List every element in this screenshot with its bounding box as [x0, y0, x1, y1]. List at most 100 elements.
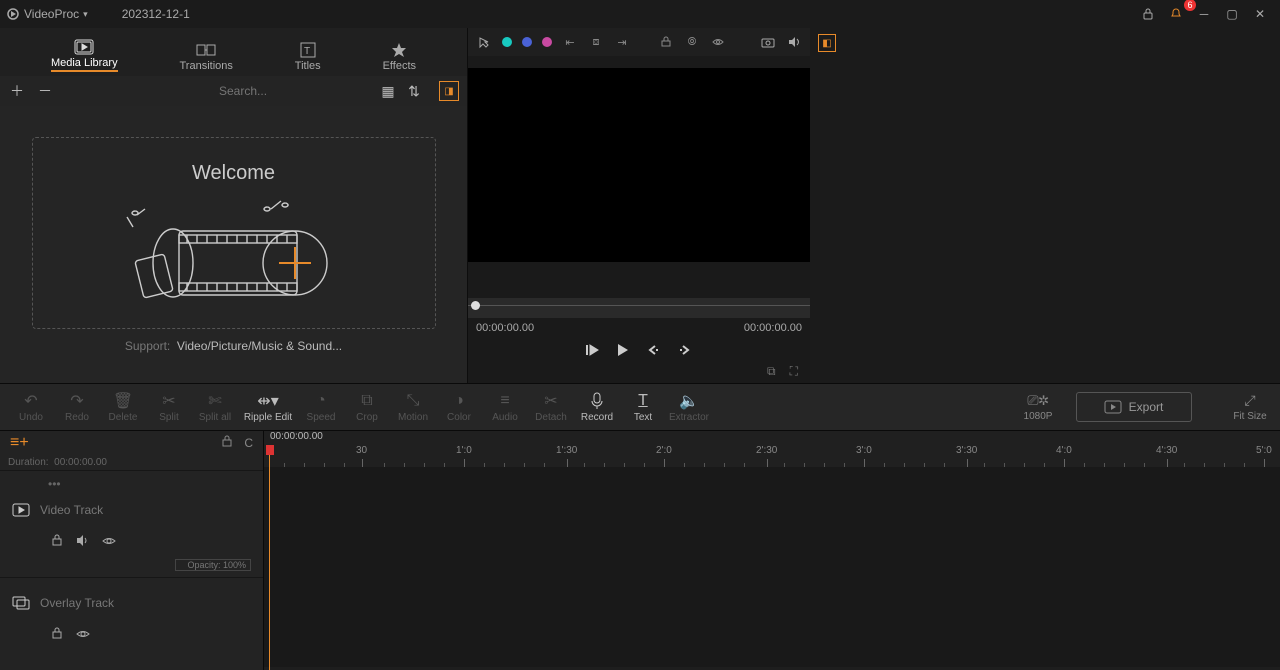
export-button[interactable]: Export	[1076, 392, 1192, 422]
ruler-tick: 4':0	[1056, 445, 1072, 456]
mark-center-icon[interactable]: ⧈	[588, 34, 604, 50]
collapse-panel-button[interactable]: ◨	[439, 81, 459, 101]
crop-button[interactable]: ⧉Crop	[344, 392, 390, 423]
chevron-down-icon[interactable]: ▾	[83, 9, 88, 20]
marker-blue[interactable]	[522, 37, 532, 47]
lock-track-icon[interactable]	[222, 436, 232, 450]
search-input[interactable]	[219, 84, 359, 98]
grid-view-icon[interactable]: ▦	[379, 82, 397, 100]
eye-icon[interactable]	[710, 34, 726, 50]
sort-icon[interactable]: ⇅	[405, 82, 423, 100]
media-panel: Media Library Transitions T Titles Effec…	[0, 28, 468, 383]
snapshot-icon[interactable]	[760, 34, 776, 50]
motion-button[interactable]: ⤡Motion	[390, 392, 436, 423]
next-frame-icon[interactable]	[679, 343, 693, 359]
overlay-track-header[interactable]: Overlay Track	[0, 577, 263, 652]
timeline-ruler[interactable]: 00:00:00.00 301':01':302':02':303':03':3…	[264, 431, 1280, 467]
app-logo[interactable]: VideoProc ▾	[6, 7, 88, 21]
extractor-button[interactable]: 🔈Extractor	[666, 392, 712, 423]
play-from-start-icon[interactable]	[585, 343, 599, 360]
audio-button[interactable]: ≡Audio	[482, 392, 528, 423]
overlay-visible-icon[interactable]	[76, 628, 90, 642]
tab-transitions[interactable]: Transitions	[174, 38, 239, 76]
video-track-header[interactable]: ••• Video Track Opacity: 100%	[0, 470, 263, 577]
timeline: ≡+ C Duration: 00:00:00.00 ••• Video Tra…	[0, 431, 1280, 670]
media-dropzone[interactable]: Welcome	[0, 106, 467, 383]
mark-out-icon[interactable]: ⇥	[614, 34, 630, 50]
fit-size-button[interactable]: ⤢Fit Size	[1228, 392, 1272, 422]
detach-preview-icon[interactable]: ⧉	[767, 364, 776, 379]
record-button[interactable]: Record	[574, 392, 620, 423]
scrub-handle[interactable]	[471, 301, 480, 310]
logo-icon	[6, 7, 20, 21]
preview-scrubber[interactable]	[468, 298, 810, 318]
cursor-tool-icon[interactable]	[476, 34, 492, 50]
mark-in-icon[interactable]: ⇤	[562, 34, 578, 50]
add-media-button[interactable]: ＋	[8, 82, 26, 100]
project-title[interactable]: 202312-12-1	[122, 7, 190, 21]
ruler-tick: 30	[356, 445, 367, 456]
opacity-field[interactable]: Opacity: 100%	[175, 559, 251, 571]
track-menu-icon[interactable]: •••	[8, 477, 255, 491]
track-visible-icon[interactable]	[102, 535, 116, 549]
app-name: VideoProc	[24, 7, 79, 21]
ruler-tick: 3':0	[856, 445, 872, 456]
redo-button[interactable]: ↷Redo	[54, 392, 100, 423]
remove-media-button[interactable]: －	[36, 82, 54, 100]
title-bar: VideoProc ▾ 202312-12-1 6 ─ ▢ ✕	[0, 0, 1280, 28]
safe-zone-icon[interactable]: ⦾	[684, 34, 700, 50]
titles-icon: T	[298, 42, 318, 58]
maximize-button[interactable]: ▢	[1218, 3, 1246, 25]
library-tabs: Media Library Transitions T Titles Effec…	[0, 28, 467, 76]
dropzone-graphic	[129, 193, 339, 303]
marker-cyan[interactable]	[502, 37, 512, 47]
tab-effects[interactable]: Effects	[377, 38, 422, 76]
marker-magenta[interactable]	[542, 37, 552, 47]
ruler-tick: 2':30	[756, 445, 777, 456]
video-track-icon	[12, 503, 30, 517]
fullscreen-icon[interactable]: ⛶	[790, 364, 798, 379]
add-track-button[interactable]: ≡+	[10, 434, 29, 452]
expand-inspector-button[interactable]: ◧	[818, 34, 836, 52]
notification-icon[interactable]: 6	[1162, 3, 1190, 25]
svg-text:T: T	[304, 46, 310, 57]
resolution-button[interactable]: ⎚✲1080P	[1016, 392, 1060, 422]
preview-controls	[468, 338, 810, 364]
ruler-tick: 5':0	[1256, 445, 1272, 456]
track-area[interactable]: 00:00:00.00 301':01':302':02':303':03':3…	[264, 431, 1280, 670]
tab-media-library[interactable]: Media Library	[45, 35, 124, 76]
preview-time-left: 00:00:00.00	[476, 322, 534, 334]
delete-button[interactable]: 🗑Delete	[100, 392, 146, 423]
track-lock-icon[interactable]	[52, 535, 62, 549]
ripple-edit-button[interactable]: ⇹▾Ripple Edit	[238, 392, 298, 423]
transitions-icon	[196, 42, 216, 58]
lock-icon[interactable]	[1134, 3, 1162, 25]
tab-titles[interactable]: T Titles	[289, 38, 327, 76]
overlay-track-icon	[12, 596, 30, 610]
split-button[interactable]: ✂Split	[146, 392, 192, 423]
volume-icon[interactable]	[786, 34, 802, 50]
ruler-tick: 2':0	[656, 445, 672, 456]
preview-panel: ⇤ ⧈ ⇥ ⦾ 00:00:00.00 00:00:00.00 ⧉ ⛶	[468, 28, 810, 383]
text-button[interactable]: T̲Text	[620, 392, 666, 423]
color-button[interactable]: ◑Color	[436, 392, 482, 423]
close-button[interactable]: ✕	[1246, 3, 1274, 25]
playhead[interactable]	[266, 445, 274, 670]
track-mute-icon[interactable]	[76, 535, 88, 549]
speed-button[interactable]: ◔Speed	[298, 392, 344, 423]
detach-button[interactable]: ✂Detach	[528, 392, 574, 423]
prev-frame-icon[interactable]	[647, 343, 661, 359]
ruler-tick: 1':0	[456, 445, 472, 456]
media-icon	[74, 39, 94, 55]
magnet-icon[interactable]: C	[244, 436, 253, 450]
split-all-button[interactable]: ✄Split all	[192, 392, 238, 423]
ruler-tick: 1':30	[556, 445, 577, 456]
overlay-lock-icon[interactable]	[52, 628, 62, 642]
play-icon[interactable]	[617, 343, 629, 360]
ruler-tick: 4':30	[1156, 445, 1177, 456]
undo-button[interactable]: ↶Undo	[8, 392, 54, 423]
preview-viewport[interactable]	[468, 68, 810, 262]
library-toolbar: ＋ － ▦ ⇅ ◨	[0, 76, 467, 106]
track-header-column: ≡+ C Duration: 00:00:00.00 ••• Video Tra…	[0, 431, 264, 670]
lock-preview-icon[interactable]	[658, 34, 674, 50]
